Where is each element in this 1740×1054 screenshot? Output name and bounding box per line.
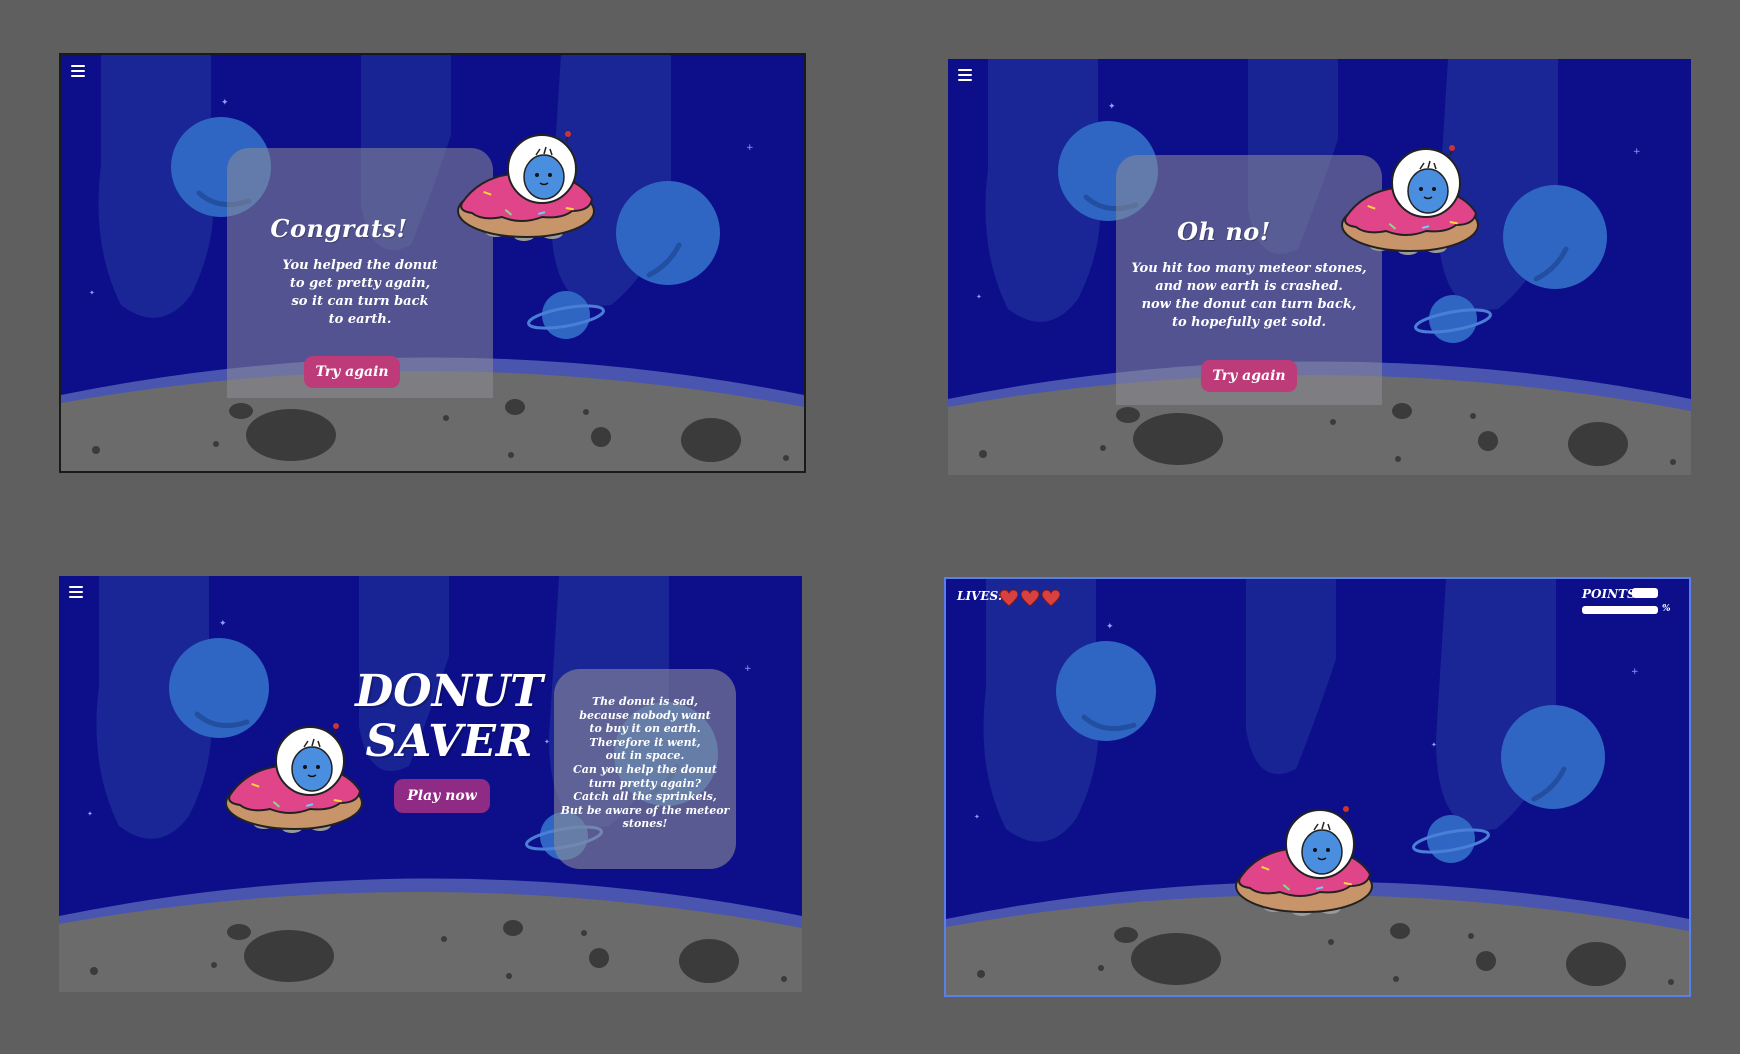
- gameover-message: You hit too many meteor stones, and now …: [1131, 261, 1367, 330]
- space-scene: [946, 579, 1689, 995]
- menu-icon[interactable]: [958, 69, 972, 81]
- gameplay-screen[interactable]: LIVES: POINTS: %: [946, 579, 1689, 995]
- astronaut-donut-ufo: [1341, 144, 1479, 256]
- play-now-button[interactable]: Play now: [394, 779, 490, 813]
- astronaut-donut-ufo: [457, 130, 595, 242]
- congrats-title: Congrats!: [270, 214, 408, 243]
- heart-icon: [1042, 590, 1060, 607]
- progress-bar: [1582, 606, 1658, 614]
- lives-label: LIVES:: [957, 589, 1003, 603]
- start-screen: DONUT SAVER Play now The donut is sad, b…: [59, 576, 802, 992]
- heart-icon: [1000, 590, 1018, 607]
- menu-icon[interactable]: [69, 586, 83, 598]
- heart-icon: [1021, 590, 1039, 607]
- game-title: DONUT SAVER: [355, 666, 543, 767]
- astronaut-donut-ufo: [225, 722, 363, 834]
- congrats-screen: Congrats! You helped the donut to get pr…: [61, 55, 804, 471]
- story-card: The donut is sad, because nobody want to…: [554, 669, 736, 869]
- points-value-box: [1632, 588, 1658, 598]
- progress-percent-label: %: [1662, 604, 1671, 614]
- try-again-button[interactable]: Try again: [1201, 360, 1297, 392]
- gameover-screen: Oh no! You hit too many meteor stones, a…: [948, 59, 1691, 475]
- gameover-title: Oh no!: [1177, 217, 1271, 246]
- try-again-button[interactable]: Try again: [304, 356, 400, 388]
- astronaut-donut-ufo: [1235, 805, 1373, 917]
- menu-icon[interactable]: [71, 65, 85, 77]
- congrats-message: You helped the donut to get pretty again…: [282, 258, 438, 327]
